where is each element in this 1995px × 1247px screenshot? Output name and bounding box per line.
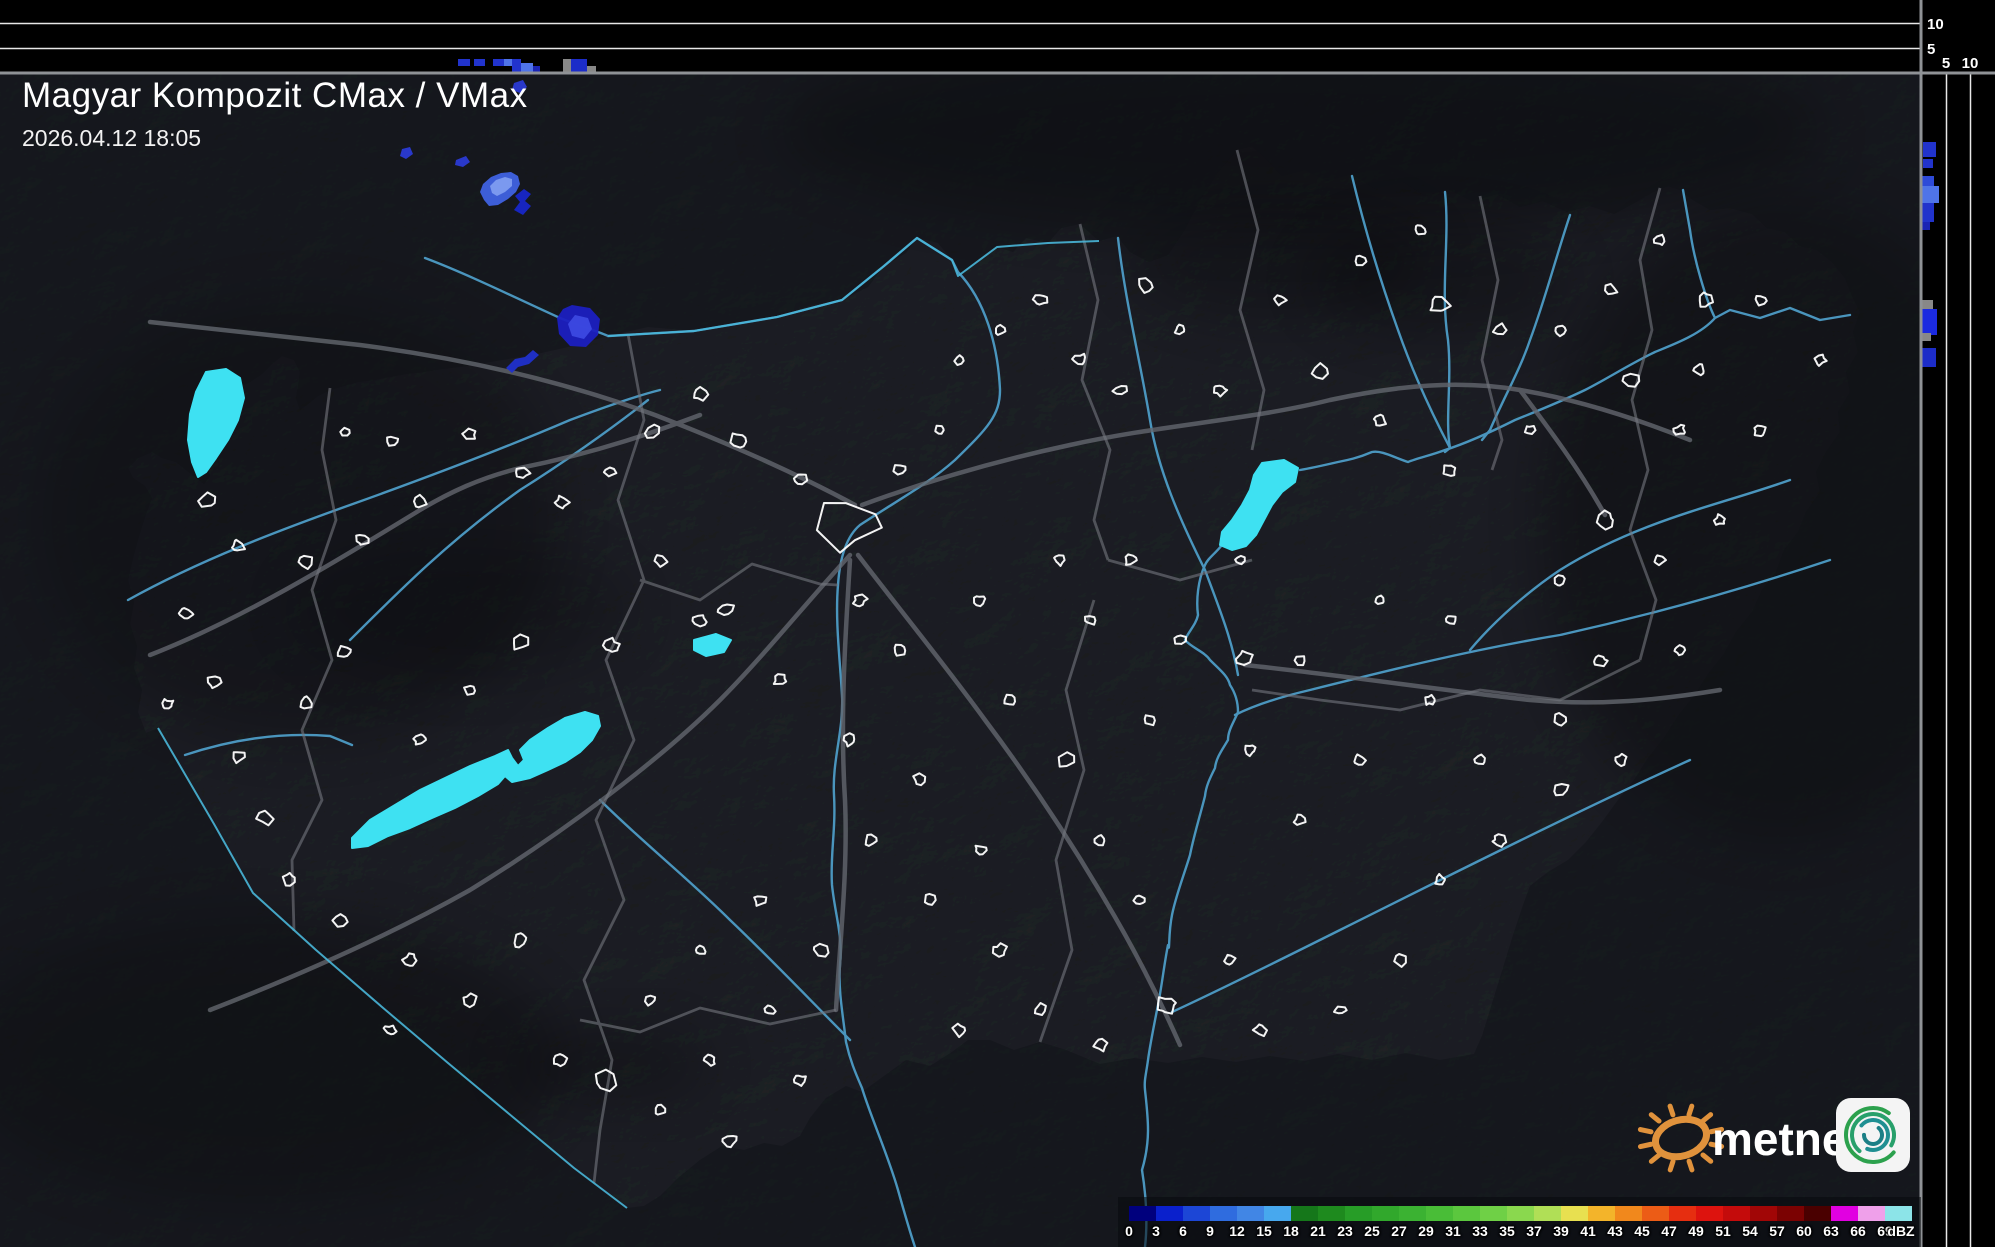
legend-tick-label: 12 xyxy=(1229,1223,1245,1239)
legend-tick-label: 6 xyxy=(1179,1223,1187,1239)
legend-unit-label: dBZ xyxy=(1887,1223,1915,1239)
legend-tick-label: 39 xyxy=(1553,1223,1569,1239)
horizontal-tick-10: 10 xyxy=(1962,55,1979,72)
legend-tick-label: 35 xyxy=(1499,1223,1515,1239)
legend-tick-label: 49 xyxy=(1688,1223,1704,1239)
legend-tick-label: 31 xyxy=(1445,1223,1461,1239)
right-profile-panel xyxy=(1921,0,1995,1247)
legend-tick-label: 0 xyxy=(1125,1223,1133,1239)
horizontal-tick-5: 5 xyxy=(1942,55,1950,72)
vertical-tick-10: 10 xyxy=(1927,16,1944,33)
cyclone-app-icon xyxy=(1836,1098,1910,1172)
dbz-legend: 0 3 6 9 12 15 18 21 23 25 27 29 31 33 35 37 39 41 43 45 47 49… xyxy=(1118,1197,1921,1247)
legend-tick-label: 54 xyxy=(1742,1223,1758,1239)
legend-swatch xyxy=(1885,1206,1912,1221)
legend-tick-label: 33 xyxy=(1472,1223,1488,1239)
legend-swatch xyxy=(1588,1206,1615,1221)
legend-swatch xyxy=(1237,1206,1264,1221)
legend-tick-label: 41 xyxy=(1580,1223,1596,1239)
legend-swatch xyxy=(1804,1206,1831,1221)
legend-swatch xyxy=(1777,1206,1804,1221)
legend-swatch xyxy=(1480,1206,1507,1221)
legend-tick-label: 51 xyxy=(1715,1223,1731,1239)
legend-swatch xyxy=(1615,1206,1642,1221)
legend-swatch xyxy=(1318,1206,1345,1221)
timestamp: 2026.04.12 18:05 xyxy=(22,125,202,151)
legend-swatch xyxy=(1750,1206,1777,1221)
legend-swatch xyxy=(1858,1206,1885,1221)
legend-tick-label: 43 xyxy=(1607,1223,1623,1239)
legend-tick-label: 21 xyxy=(1310,1223,1326,1239)
legend-swatch xyxy=(1210,1206,1237,1221)
radar-map-screen: 10 5 5 10 Magyar Kompozit CMax / VMax 20… xyxy=(0,0,1995,1247)
legend-swatch xyxy=(1453,1206,1480,1221)
top-profile-panel xyxy=(0,0,1921,73)
vertical-tick-5: 5 xyxy=(1927,41,1935,58)
radar-map-canvas: 10 5 5 10 xyxy=(0,0,1995,1247)
legend-tick-label: 15 xyxy=(1256,1223,1272,1239)
legend-swatch xyxy=(1831,1206,1858,1221)
metnet-logo: metnet xyxy=(1636,1088,1926,1188)
legend-swatch xyxy=(1696,1206,1723,1221)
legend-swatch xyxy=(1156,1206,1183,1221)
legend-swatch xyxy=(1264,1206,1291,1221)
legend-tick-label: 18 xyxy=(1283,1223,1299,1239)
legend-tick-label: 29 xyxy=(1418,1223,1434,1239)
legend-swatch xyxy=(1642,1206,1669,1221)
legend-tick-label: 27 xyxy=(1391,1223,1407,1239)
legend-swatch xyxy=(1399,1206,1426,1221)
legend-swatch xyxy=(1372,1206,1399,1221)
legend-tick-label: 37 xyxy=(1526,1223,1542,1239)
legend-swatch xyxy=(1183,1206,1210,1221)
legend-swatch xyxy=(1426,1206,1453,1221)
legend-tick-label: 9 xyxy=(1206,1223,1214,1239)
legend-swatch xyxy=(1291,1206,1318,1221)
legend-tick-label: 47 xyxy=(1661,1223,1677,1239)
title-block: Magyar Kompozit CMax / VMax 2026.04.12 1… xyxy=(22,76,528,152)
legend-tick-label: 63 xyxy=(1823,1223,1839,1239)
legend-tick-label: 66 xyxy=(1850,1223,1866,1239)
legend-tick-label: 23 xyxy=(1337,1223,1353,1239)
legend-swatch xyxy=(1669,1206,1696,1221)
legend-swatch xyxy=(1723,1206,1750,1221)
legend-tick-label: 25 xyxy=(1364,1223,1380,1239)
legend-swatch xyxy=(1561,1206,1588,1221)
legend-tick-label: 57 xyxy=(1769,1223,1785,1239)
legend-tick-label: 60 xyxy=(1796,1223,1812,1239)
legend-tick-label: 45 xyxy=(1634,1223,1650,1239)
legend-swatch xyxy=(1507,1206,1534,1221)
page-title: Magyar Kompozit CMax / VMax xyxy=(22,76,528,115)
map-area xyxy=(0,73,1921,1247)
legend-swatch xyxy=(1534,1206,1561,1221)
legend-tick-label: 3 xyxy=(1152,1223,1160,1239)
legend-swatches xyxy=(1129,1206,1912,1221)
legend-swatch xyxy=(1345,1206,1372,1221)
sun-icon xyxy=(1637,1103,1725,1173)
legend-swatch xyxy=(1129,1206,1156,1221)
